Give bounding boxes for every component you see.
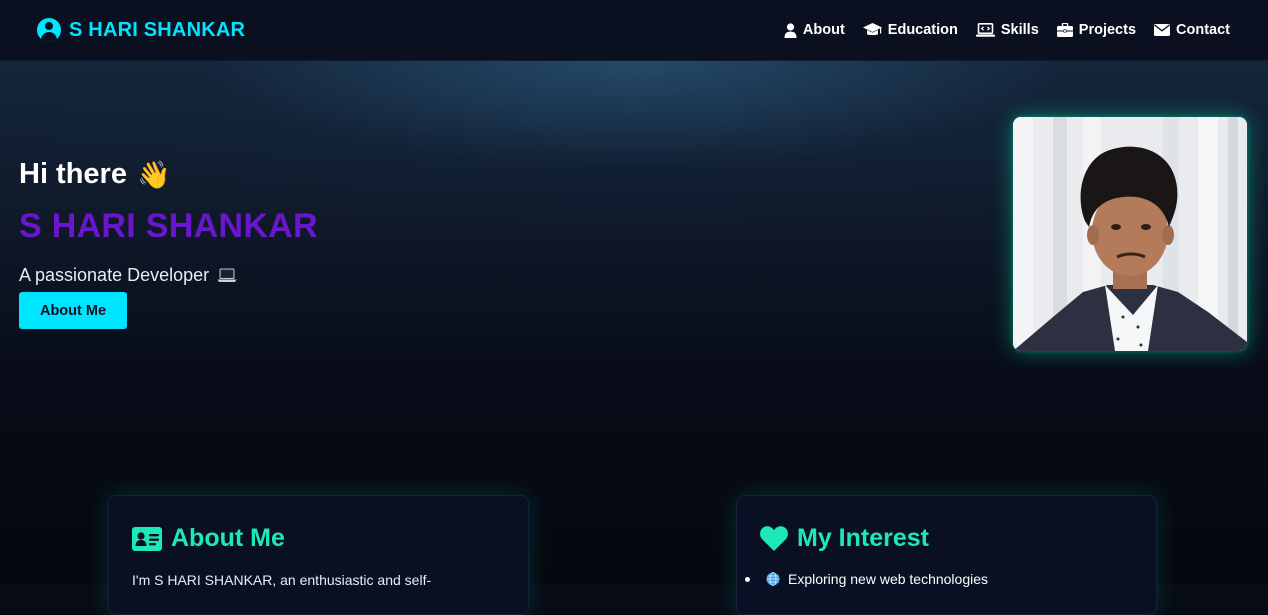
heart-icon (760, 526, 788, 551)
brand[interactable]: S HARI SHANKAR (37, 18, 245, 42)
interest-item-text: Exploring new web technologies (788, 571, 989, 587)
hero-name: S HARI SHANKAR (19, 207, 318, 245)
navbar: S HARI SHANKAR About Education Skills Pr… (0, 0, 1268, 61)
envelope-icon (1154, 24, 1171, 36)
nav-link-contact[interactable]: Contact (1154, 22, 1230, 38)
user-icon (784, 22, 797, 38)
about-me-button[interactable]: About Me (19, 292, 127, 329)
tagline-text: A passionate Developer (19, 265, 210, 285)
about-card: About Me I'm S HARI SHANKAR, an enthusia… (108, 495, 529, 615)
nav-links: About Education Skills Projects Contact (784, 22, 1230, 38)
briefcase-icon (1056, 23, 1073, 37)
nav-link-about[interactable]: About (784, 22, 845, 38)
nav-link-education[interactable]: Education (862, 22, 958, 38)
interest-card: My Interest Exploring new web technologi… (736, 495, 1157, 615)
greeting-text: Hi there (19, 158, 127, 190)
nav-link-label: Contact (1176, 22, 1230, 38)
laptop-code-icon (975, 23, 995, 37)
nav-link-projects[interactable]: Projects (1056, 22, 1137, 38)
interest-card-title-text: My Interest (797, 524, 929, 552)
about-card-title-text: About Me (171, 524, 285, 552)
about-card-text: I'm S HARI SHANKAR, an enthusiastic and … (132, 572, 432, 588)
hero-tagline: A passionate Developer (19, 265, 237, 286)
nav-link-label: About (802, 22, 845, 38)
waving-hand-icon: 👋 (136, 159, 171, 190)
bullet (745, 576, 750, 582)
interest-card-title: My Interest (760, 524, 929, 553)
laptop-icon (217, 268, 237, 282)
user-circle-icon (37, 18, 61, 42)
nav-link-label: Skills (1000, 22, 1039, 38)
profile-photo (1013, 117, 1247, 351)
nav-link-label: Education (887, 22, 958, 38)
hero-greeting: Hi there 👋 (19, 158, 171, 191)
interest-list-item: Exploring new web technologies (745, 571, 988, 587)
graduation-cap-icon (862, 23, 882, 36)
id-card-icon (132, 526, 162, 551)
nav-link-skills[interactable]: Skills (975, 22, 1039, 38)
brand-name: S HARI SHANKAR (69, 18, 246, 41)
about-card-title: About Me (132, 524, 285, 553)
nav-link-label: Projects (1078, 22, 1137, 38)
